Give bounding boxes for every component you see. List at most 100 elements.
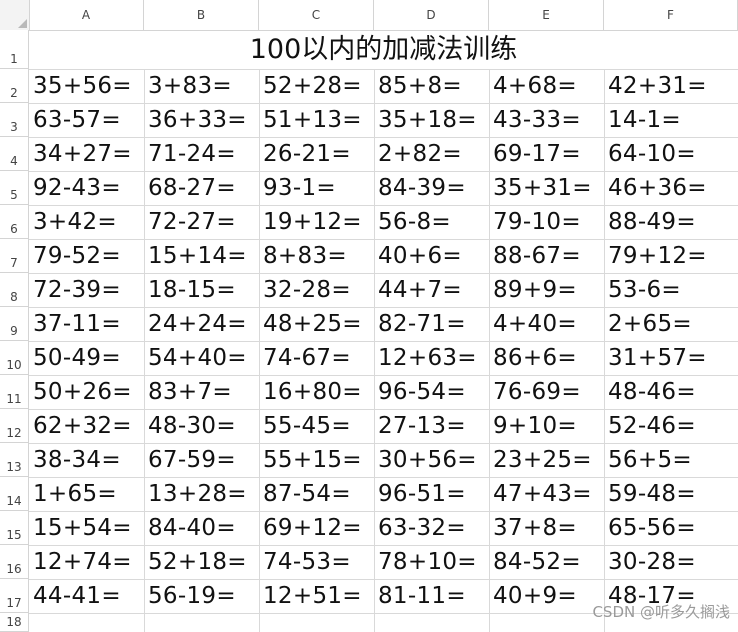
cell-c4[interactable]: 26-21= bbox=[259, 138, 374, 171]
column-header-f[interactable]: F bbox=[604, 0, 738, 30]
row-header-2[interactable]: 2 bbox=[0, 69, 29, 103]
column-header-c[interactable]: C bbox=[259, 0, 374, 30]
cell-c10[interactable]: 74-67= bbox=[259, 342, 374, 375]
cell-e14[interactable]: 47+43= bbox=[489, 478, 604, 511]
cell-e4[interactable]: 69-17= bbox=[489, 138, 604, 171]
cell-c9[interactable]: 48+25= bbox=[259, 308, 374, 341]
cell-e11[interactable]: 76-69= bbox=[489, 376, 604, 409]
cell-c8[interactable]: 32-28= bbox=[259, 274, 374, 307]
cell-c3[interactable]: 51+13= bbox=[259, 104, 374, 137]
cell-e15[interactable]: 37+8= bbox=[489, 512, 604, 545]
cell-f2[interactable]: 42+31= bbox=[604, 70, 738, 103]
cell-a14[interactable]: 1+65= bbox=[29, 478, 144, 511]
row-header-1[interactable]: 1 bbox=[0, 30, 29, 69]
row-header-14[interactable]: 14 bbox=[0, 477, 29, 511]
cell-b10[interactable]: 54+40= bbox=[144, 342, 259, 375]
cell-a6[interactable]: 3+42= bbox=[29, 206, 144, 239]
cell-e2[interactable]: 4+68= bbox=[489, 70, 604, 103]
cell-d9[interactable]: 82-71= bbox=[374, 308, 489, 341]
cell-b8[interactable]: 18-15= bbox=[144, 274, 259, 307]
cell-f6[interactable]: 88-49= bbox=[604, 206, 738, 239]
row-header-12[interactable]: 12 bbox=[0, 409, 29, 443]
cell-c13[interactable]: 55+15= bbox=[259, 444, 374, 477]
cell-a16[interactable]: 12+74= bbox=[29, 546, 144, 579]
cell-d15[interactable]: 63-32= bbox=[374, 512, 489, 545]
row-header-16[interactable]: 16 bbox=[0, 545, 29, 579]
cell-e7[interactable]: 88-67= bbox=[489, 240, 604, 273]
cell-c6[interactable]: 19+12= bbox=[259, 206, 374, 239]
cell-b5[interactable]: 68-27= bbox=[144, 172, 259, 205]
cell-f7[interactable]: 79+12= bbox=[604, 240, 738, 273]
row-header-15[interactable]: 15 bbox=[0, 511, 29, 545]
cell-d14[interactable]: 96-51= bbox=[374, 478, 489, 511]
cell-a11[interactable]: 50+26= bbox=[29, 376, 144, 409]
cell-c2[interactable]: 52+28= bbox=[259, 70, 374, 103]
cell-d7[interactable]: 40+6= bbox=[374, 240, 489, 273]
cell-b17[interactable]: 56-19= bbox=[144, 580, 259, 613]
cell-f14[interactable]: 59-48= bbox=[604, 478, 738, 511]
cell-f16[interactable]: 30-28= bbox=[604, 546, 738, 579]
cell-a17[interactable]: 44-41= bbox=[29, 580, 144, 613]
cell-e3[interactable]: 43-33= bbox=[489, 104, 604, 137]
cell-e16[interactable]: 84-52= bbox=[489, 546, 604, 579]
row-header-13[interactable]: 13 bbox=[0, 443, 29, 477]
row-header-7[interactable]: 7 bbox=[0, 239, 29, 273]
row-header-8[interactable]: 8 bbox=[0, 273, 29, 307]
cell-d8[interactable]: 44+7= bbox=[374, 274, 489, 307]
cell-f12[interactable]: 52-46= bbox=[604, 410, 738, 443]
cell-b7[interactable]: 15+14= bbox=[144, 240, 259, 273]
select-all-corner[interactable] bbox=[0, 0, 30, 30]
cell-f11[interactable]: 48-46= bbox=[604, 376, 738, 409]
cell-b12[interactable]: 48-30= bbox=[144, 410, 259, 443]
cell-b6[interactable]: 72-27= bbox=[144, 206, 259, 239]
column-header-d[interactable]: D bbox=[374, 0, 489, 30]
cell-b4[interactable]: 71-24= bbox=[144, 138, 259, 171]
cell-d12[interactable]: 27-13= bbox=[374, 410, 489, 443]
cell-e5[interactable]: 35+31= bbox=[489, 172, 604, 205]
cell-a8[interactable]: 72-39= bbox=[29, 274, 144, 307]
cell-a5[interactable]: 92-43= bbox=[29, 172, 144, 205]
cell-a3[interactable]: 63-57= bbox=[29, 104, 144, 137]
cell-b2[interactable]: 3+83= bbox=[144, 70, 259, 103]
cell-d11[interactable]: 96-54= bbox=[374, 376, 489, 409]
cell-c15[interactable]: 69+12= bbox=[259, 512, 374, 545]
cell-b11[interactable]: 83+7= bbox=[144, 376, 259, 409]
cell-f13[interactable]: 56+5= bbox=[604, 444, 738, 477]
cell-e9[interactable]: 4+40= bbox=[489, 308, 604, 341]
sheet-title[interactable]: 100以内的加减法训练 bbox=[29, 31, 738, 69]
column-header-b[interactable]: B bbox=[144, 0, 259, 30]
row-header-11[interactable]: 11 bbox=[0, 375, 29, 409]
cell-f9[interactable]: 2+65= bbox=[604, 308, 738, 341]
cell-b9[interactable]: 24+24= bbox=[144, 308, 259, 341]
row-header-4[interactable]: 4 bbox=[0, 137, 29, 171]
cell-c14[interactable]: 87-54= bbox=[259, 478, 374, 511]
cell-e8[interactable]: 89+9= bbox=[489, 274, 604, 307]
cell-e13[interactable]: 23+25= bbox=[489, 444, 604, 477]
cell-e10[interactable]: 86+6= bbox=[489, 342, 604, 375]
cell-e6[interactable]: 79-10= bbox=[489, 206, 604, 239]
cell-a12[interactable]: 62+32= bbox=[29, 410, 144, 443]
cell-f8[interactable]: 53-6= bbox=[604, 274, 738, 307]
cell-b14[interactable]: 13+28= bbox=[144, 478, 259, 511]
cell-d6[interactable]: 56-8= bbox=[374, 206, 489, 239]
cell-d4[interactable]: 2+82= bbox=[374, 138, 489, 171]
cell-d16[interactable]: 78+10= bbox=[374, 546, 489, 579]
cell-c7[interactable]: 8+83= bbox=[259, 240, 374, 273]
row-header-5[interactable]: 5 bbox=[0, 171, 29, 205]
cell-b13[interactable]: 67-59= bbox=[144, 444, 259, 477]
cell-f5[interactable]: 46+36= bbox=[604, 172, 738, 205]
cell-c12[interactable]: 55-45= bbox=[259, 410, 374, 443]
cell-e17[interactable]: 40+9= bbox=[489, 580, 604, 613]
cell-a7[interactable]: 79-52= bbox=[29, 240, 144, 273]
cell-a13[interactable]: 38-34= bbox=[29, 444, 144, 477]
cell-c5[interactable]: 93-1= bbox=[259, 172, 374, 205]
row-header-18[interactable]: 18 bbox=[0, 613, 29, 632]
cell-a2[interactable]: 35+56= bbox=[29, 70, 144, 103]
cell-c11[interactable]: 16+80= bbox=[259, 376, 374, 409]
cell-b15[interactable]: 84-40= bbox=[144, 512, 259, 545]
cell-b16[interactable]: 52+18= bbox=[144, 546, 259, 579]
cell-a9[interactable]: 37-11= bbox=[29, 308, 144, 341]
cell-f3[interactable]: 14-1= bbox=[604, 104, 738, 137]
row-header-9[interactable]: 9 bbox=[0, 307, 29, 341]
cell-d17[interactable]: 81-11= bbox=[374, 580, 489, 613]
